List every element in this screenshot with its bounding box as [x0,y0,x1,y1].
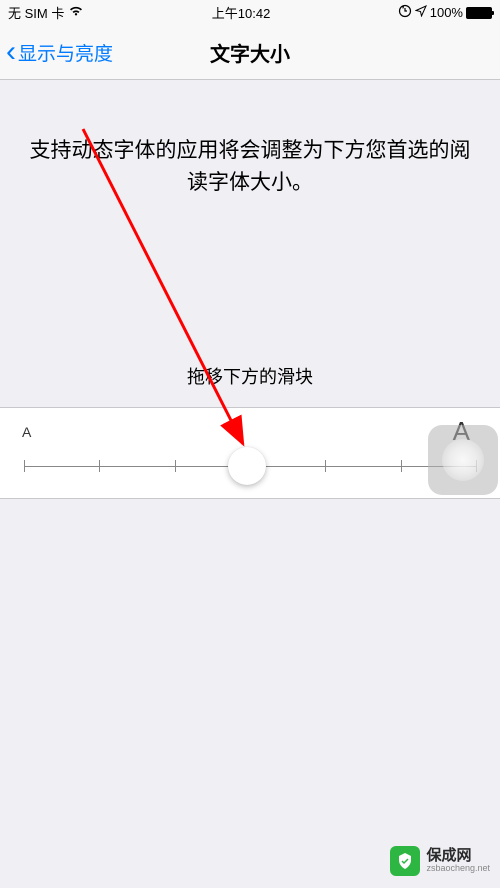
watermark: 保成网 zsbaocheng.net [390,846,490,876]
text-size-slider-panel: A A [0,407,500,499]
navigation-bar: ‹ 显示与亮度 文字大小 [0,25,500,80]
status-left: 无 SIM 卡 [8,3,84,22]
assistive-touch-icon [442,439,484,481]
wifi-icon [68,5,84,20]
status-bar: 无 SIM 卡 上午10:42 100% [0,0,500,25]
watermark-text: 保成网 zsbaocheng.net [426,848,490,874]
watermark-badge-icon [390,846,420,876]
back-label: 显示与亮度 [18,39,113,66]
slider-thumb[interactable] [228,447,266,485]
carrier-text: 无 SIM 卡 [8,3,64,22]
location-icon [415,5,427,20]
slider-instruction: 拖移下方的滑块 [0,363,500,389]
watermark-url: zsbaocheng.net [426,864,490,874]
page-title: 文字大小 [210,38,290,67]
status-right: 100% [398,4,492,21]
chevron-left-icon: ‹ [6,37,16,67]
back-button[interactable]: ‹ 显示与亮度 [0,37,113,67]
watermark-brand: 保成网 [426,848,490,865]
small-a-label: A [22,424,31,440]
description-text: 支持动态字体的应用将会调整为下方您首选的阅读字体大小。 [0,135,500,198]
battery-icon [466,7,492,19]
assistive-touch-button[interactable] [428,425,498,495]
content-area: 支持动态字体的应用将会调整为下方您首选的阅读字体大小。 拖移下方的滑块 A A [0,80,500,499]
status-time: 上午10:42 [212,3,271,22]
orientation-lock-icon [398,4,412,21]
battery-percent: 100% [430,5,463,20]
